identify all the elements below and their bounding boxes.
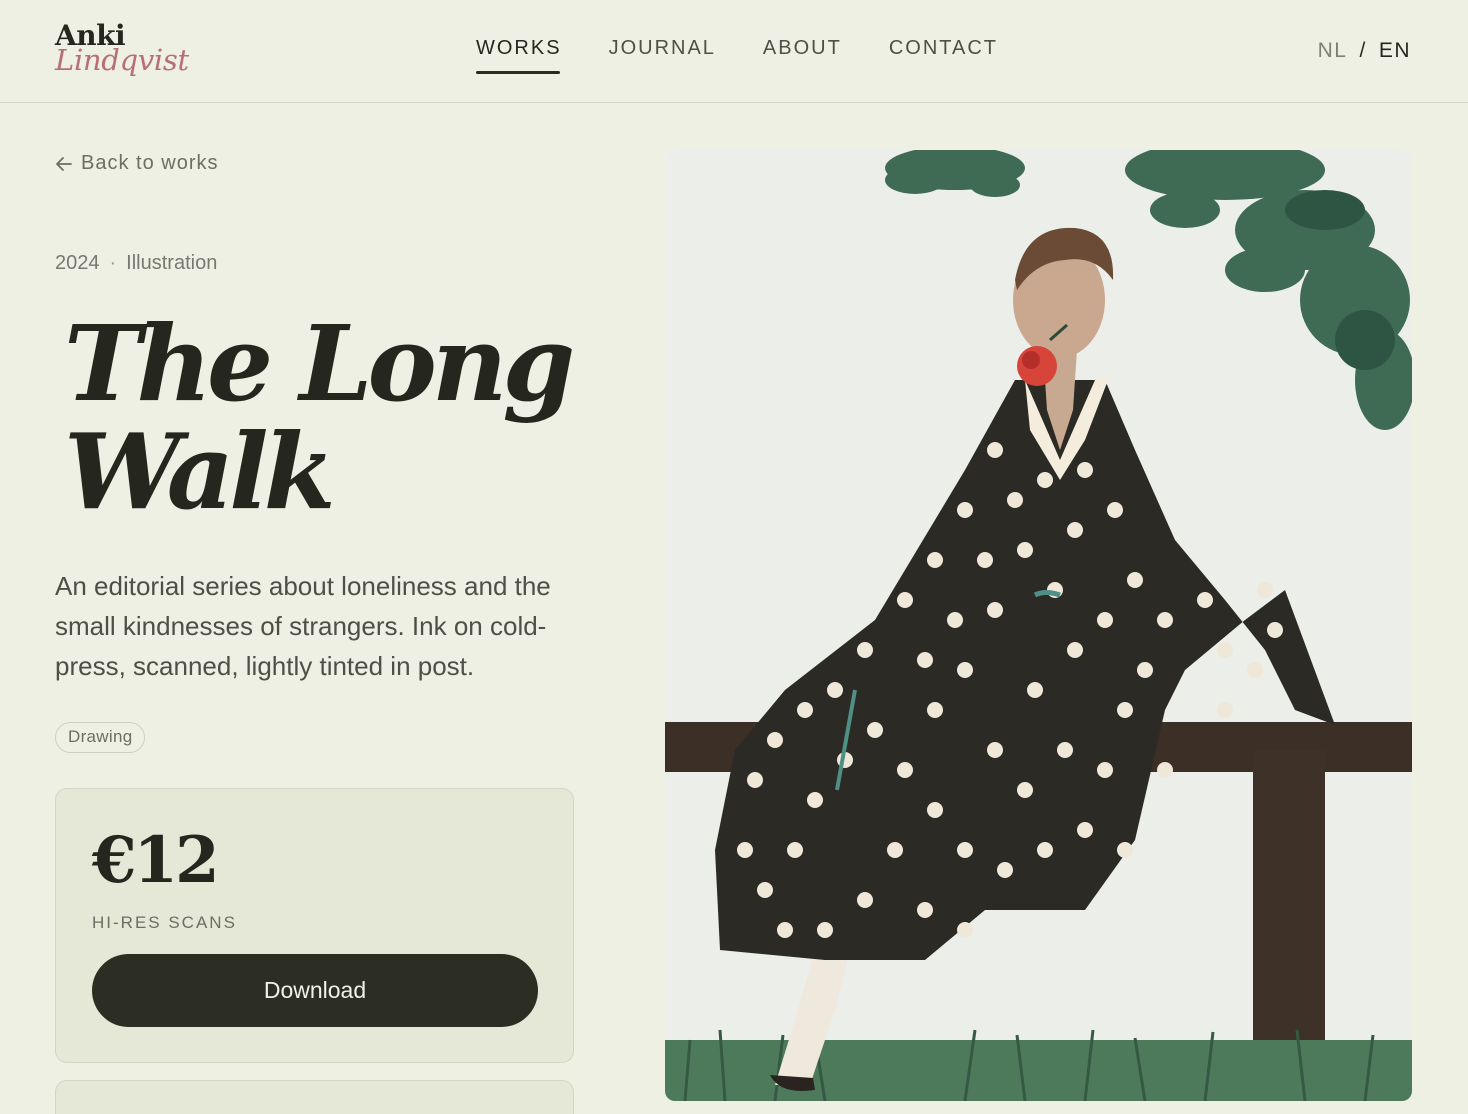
work-title-line1: The Long (64, 302, 575, 425)
dress-dot (857, 892, 873, 908)
dress-dot (827, 682, 843, 698)
tag-drawing[interactable]: Drawing (55, 722, 146, 753)
purchase-card: €12 HI-RES SCANS Download (55, 788, 574, 1063)
price-label: HI-RES SCANS (92, 913, 237, 932)
dress-dot (1127, 572, 1143, 588)
dress-dot (1037, 842, 1053, 858)
dress-dot (1117, 702, 1133, 718)
nav-contact[interactable]: CONTACT (889, 37, 998, 74)
language-switcher: NL / EN (1318, 39, 1411, 63)
dress-dot (917, 902, 933, 918)
dress-dot (897, 762, 913, 778)
dress-dot (1137, 662, 1153, 678)
dress-dot (1157, 762, 1173, 778)
dress-dot (1107, 502, 1123, 518)
dress-dot (817, 922, 833, 938)
work-meta: 2024 · Illustration (55, 252, 217, 275)
price: €12 (92, 823, 220, 898)
dress-dot (867, 722, 883, 738)
dress-dot (1067, 642, 1083, 658)
dress-dot (987, 602, 1003, 618)
dress-dot (957, 502, 973, 518)
lang-en-option[interactable]: EN (1379, 39, 1411, 63)
site-header: Anki Lindqvist WORKS JOURNAL ABOUT CONTA… (0, 0, 1468, 103)
dress-dot (1017, 542, 1033, 558)
dress-dot (777, 922, 793, 938)
dress-dot (997, 862, 1013, 878)
logo[interactable]: Anki Lindqvist (55, 22, 189, 75)
secondary-card (55, 1080, 574, 1114)
arrow-left-icon (56, 156, 72, 171)
dress-dot (807, 792, 823, 808)
dress-dot (1217, 642, 1233, 658)
dress-dot (1117, 842, 1133, 858)
dress-dot (1257, 582, 1273, 598)
dress-dot (1077, 822, 1093, 838)
dress-dot (917, 652, 933, 668)
dress-dot (737, 842, 753, 858)
work-title-line2: Walk (64, 410, 336, 533)
dress-dot (1267, 622, 1283, 638)
dress-dot (987, 442, 1003, 458)
dress-dot (1027, 682, 1043, 698)
dress-dot (927, 702, 943, 718)
dress-dot (1017, 782, 1033, 798)
download-button[interactable]: Download (92, 954, 538, 1027)
dress-dot (947, 612, 963, 628)
dress-dot (887, 842, 903, 858)
dress-dot (957, 842, 973, 858)
dress-dot (977, 552, 993, 568)
dress-dot (1037, 472, 1053, 488)
dress-dot (1157, 612, 1173, 628)
lang-separator: / (1359, 39, 1367, 62)
nav-about[interactable]: ABOUT (763, 37, 842, 74)
back-to-works-link[interactable]: Back to works (55, 152, 218, 175)
logo-last-name: Lindqvist (55, 43, 189, 77)
dress-dot (1057, 742, 1073, 758)
work-year: 2024 (55, 252, 100, 274)
dress-dot (767, 732, 783, 748)
dress-dot (987, 742, 1003, 758)
dress-dot (1097, 612, 1113, 628)
dress-dot (1067, 522, 1083, 538)
dress-dot (757, 882, 773, 898)
artwork-illustration (665, 150, 1412, 1101)
dress-dot (787, 842, 803, 858)
dress-dot (927, 802, 943, 818)
dress-dot (1197, 592, 1213, 608)
lang-nl-option[interactable]: NL (1318, 39, 1348, 63)
dress-dot (897, 592, 913, 608)
main-nav: WORKS JOURNAL ABOUT CONTACT (476, 37, 998, 74)
dress-dot (857, 642, 873, 658)
dress-dot (957, 662, 973, 678)
dress-dot (1247, 662, 1263, 678)
dress-dot (747, 772, 763, 788)
dress-dot (1007, 492, 1023, 508)
work-title: The Long Walk (64, 310, 584, 526)
dress-dot (1097, 762, 1113, 778)
dress-dot (797, 702, 813, 718)
dress-dot (1217, 702, 1233, 718)
artwork-image (665, 150, 1412, 1101)
back-label: Back to works (81, 152, 219, 174)
nav-works[interactable]: WORKS (476, 37, 562, 74)
work-description: An editorial series about loneliness and… (55, 571, 551, 681)
meta-separator-dot: · (109, 252, 117, 274)
dress-dot (1077, 462, 1093, 478)
dress-dot (927, 552, 943, 568)
nav-journal[interactable]: JOURNAL (609, 37, 716, 74)
dress-dot (957, 922, 973, 938)
work-category: Illustration (126, 252, 218, 274)
